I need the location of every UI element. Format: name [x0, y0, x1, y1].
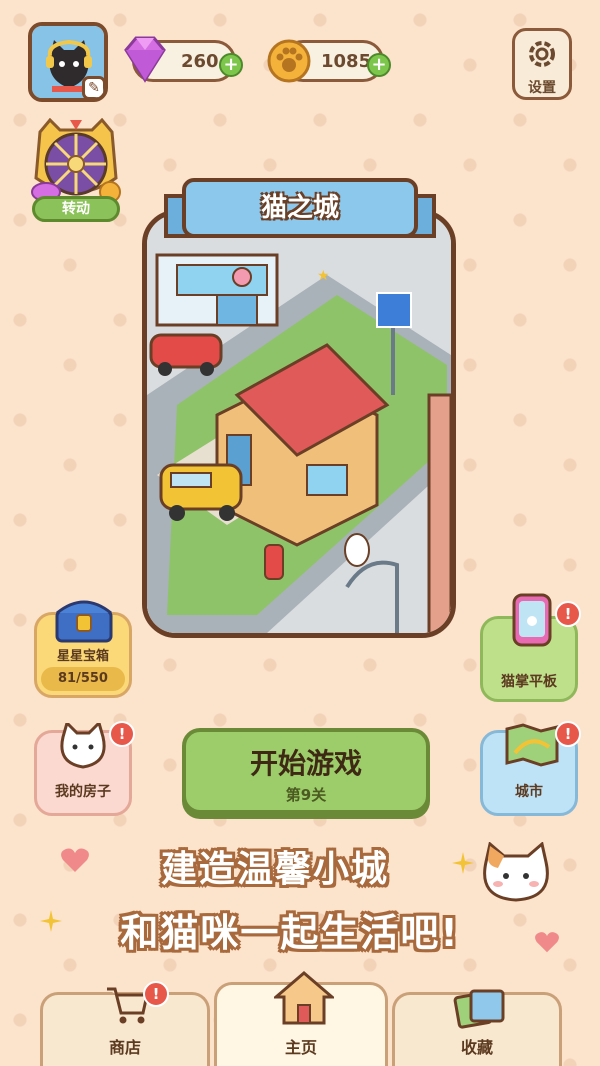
- add-coins-button[interactable]: +: [367, 53, 391, 77]
- tab-collection-label: 收藏: [460, 1038, 493, 1057]
- tablet-device-icon: [512, 593, 552, 647]
- heart-icon: [61, 848, 89, 872]
- slogan-line-2: 和猫咪一起生活吧!: [120, 911, 460, 955]
- slogan-line-1: 建造温馨小城: [160, 849, 389, 890]
- white-cat-face-icon: [60, 723, 106, 769]
- tab-home-label: 主页: [284, 1038, 317, 1057]
- photo-album-icon: [453, 989, 505, 1029]
- city-scene-illustration: ★: [147, 215, 451, 633]
- chest-progress: 81/550: [41, 667, 125, 691]
- city-title-banner: 猫之城: [182, 178, 418, 238]
- folded-map-icon: [505, 723, 559, 767]
- city-label: 城市: [515, 784, 543, 800]
- star-chest-button[interactable]: 星星宝箱 81/550: [34, 600, 132, 698]
- my-house-button[interactable]: ! 我的房子: [34, 721, 135, 816]
- pink-gem-icon: [124, 36, 166, 83]
- shop-alert-badge: !: [143, 981, 169, 1007]
- tab-shop[interactable]: ! 商店: [40, 981, 210, 1066]
- city-alert-badge: !: [555, 721, 581, 747]
- heart-icon: [535, 932, 559, 953]
- add-gems-button[interactable]: +: [219, 53, 243, 77]
- calico-cat-face-icon: [483, 842, 549, 902]
- tab-shop-label: 商店: [108, 1038, 141, 1057]
- spin-wheel-button[interactable]: 转动: [26, 117, 126, 228]
- gem-count: 260: [181, 50, 219, 72]
- start-label: 开始游戏: [249, 747, 362, 780]
- lucky-wheel-icon: [31, 117, 121, 203]
- house-label: 我的房子: [55, 784, 111, 800]
- sparkle-icon: [40, 910, 62, 932]
- cat-tablet-button[interactable]: ! 猫掌平板: [480, 593, 581, 702]
- edit-avatar-pencil-icon[interactable]: ✎: [82, 76, 104, 98]
- gear-icon: [529, 41, 555, 67]
- tablet-alert-badge: !: [555, 601, 581, 627]
- city-preview-card[interactable]: ★: [142, 210, 456, 638]
- spin-label: 转动: [32, 196, 120, 222]
- house-icon: [274, 971, 334, 1025]
- coin-count: 1085: [321, 50, 372, 72]
- tab-home[interactable]: 主页: [214, 971, 388, 1066]
- city-map-button[interactable]: ! 城市: [480, 721, 581, 816]
- settings-button[interactable]: 设置: [512, 28, 572, 100]
- settings-label: 设置: [528, 80, 556, 96]
- sparkle-icon: [452, 852, 474, 874]
- level-label: 第9关: [285, 786, 327, 804]
- tablet-label: 猫掌平板: [501, 674, 557, 690]
- svg-text:★: ★: [317, 268, 330, 284]
- treasure-chest-icon: [55, 600, 113, 643]
- tab-collection[interactable]: 收藏: [392, 989, 562, 1066]
- start-game-button[interactable]: 开始游戏 第9关: [182, 728, 430, 814]
- chest-label: 星星宝箱: [56, 649, 109, 664]
- player-avatar[interactable]: ✎: [28, 22, 108, 102]
- house-alert-badge: !: [109, 721, 135, 747]
- paw-coin-icon: [267, 39, 311, 83]
